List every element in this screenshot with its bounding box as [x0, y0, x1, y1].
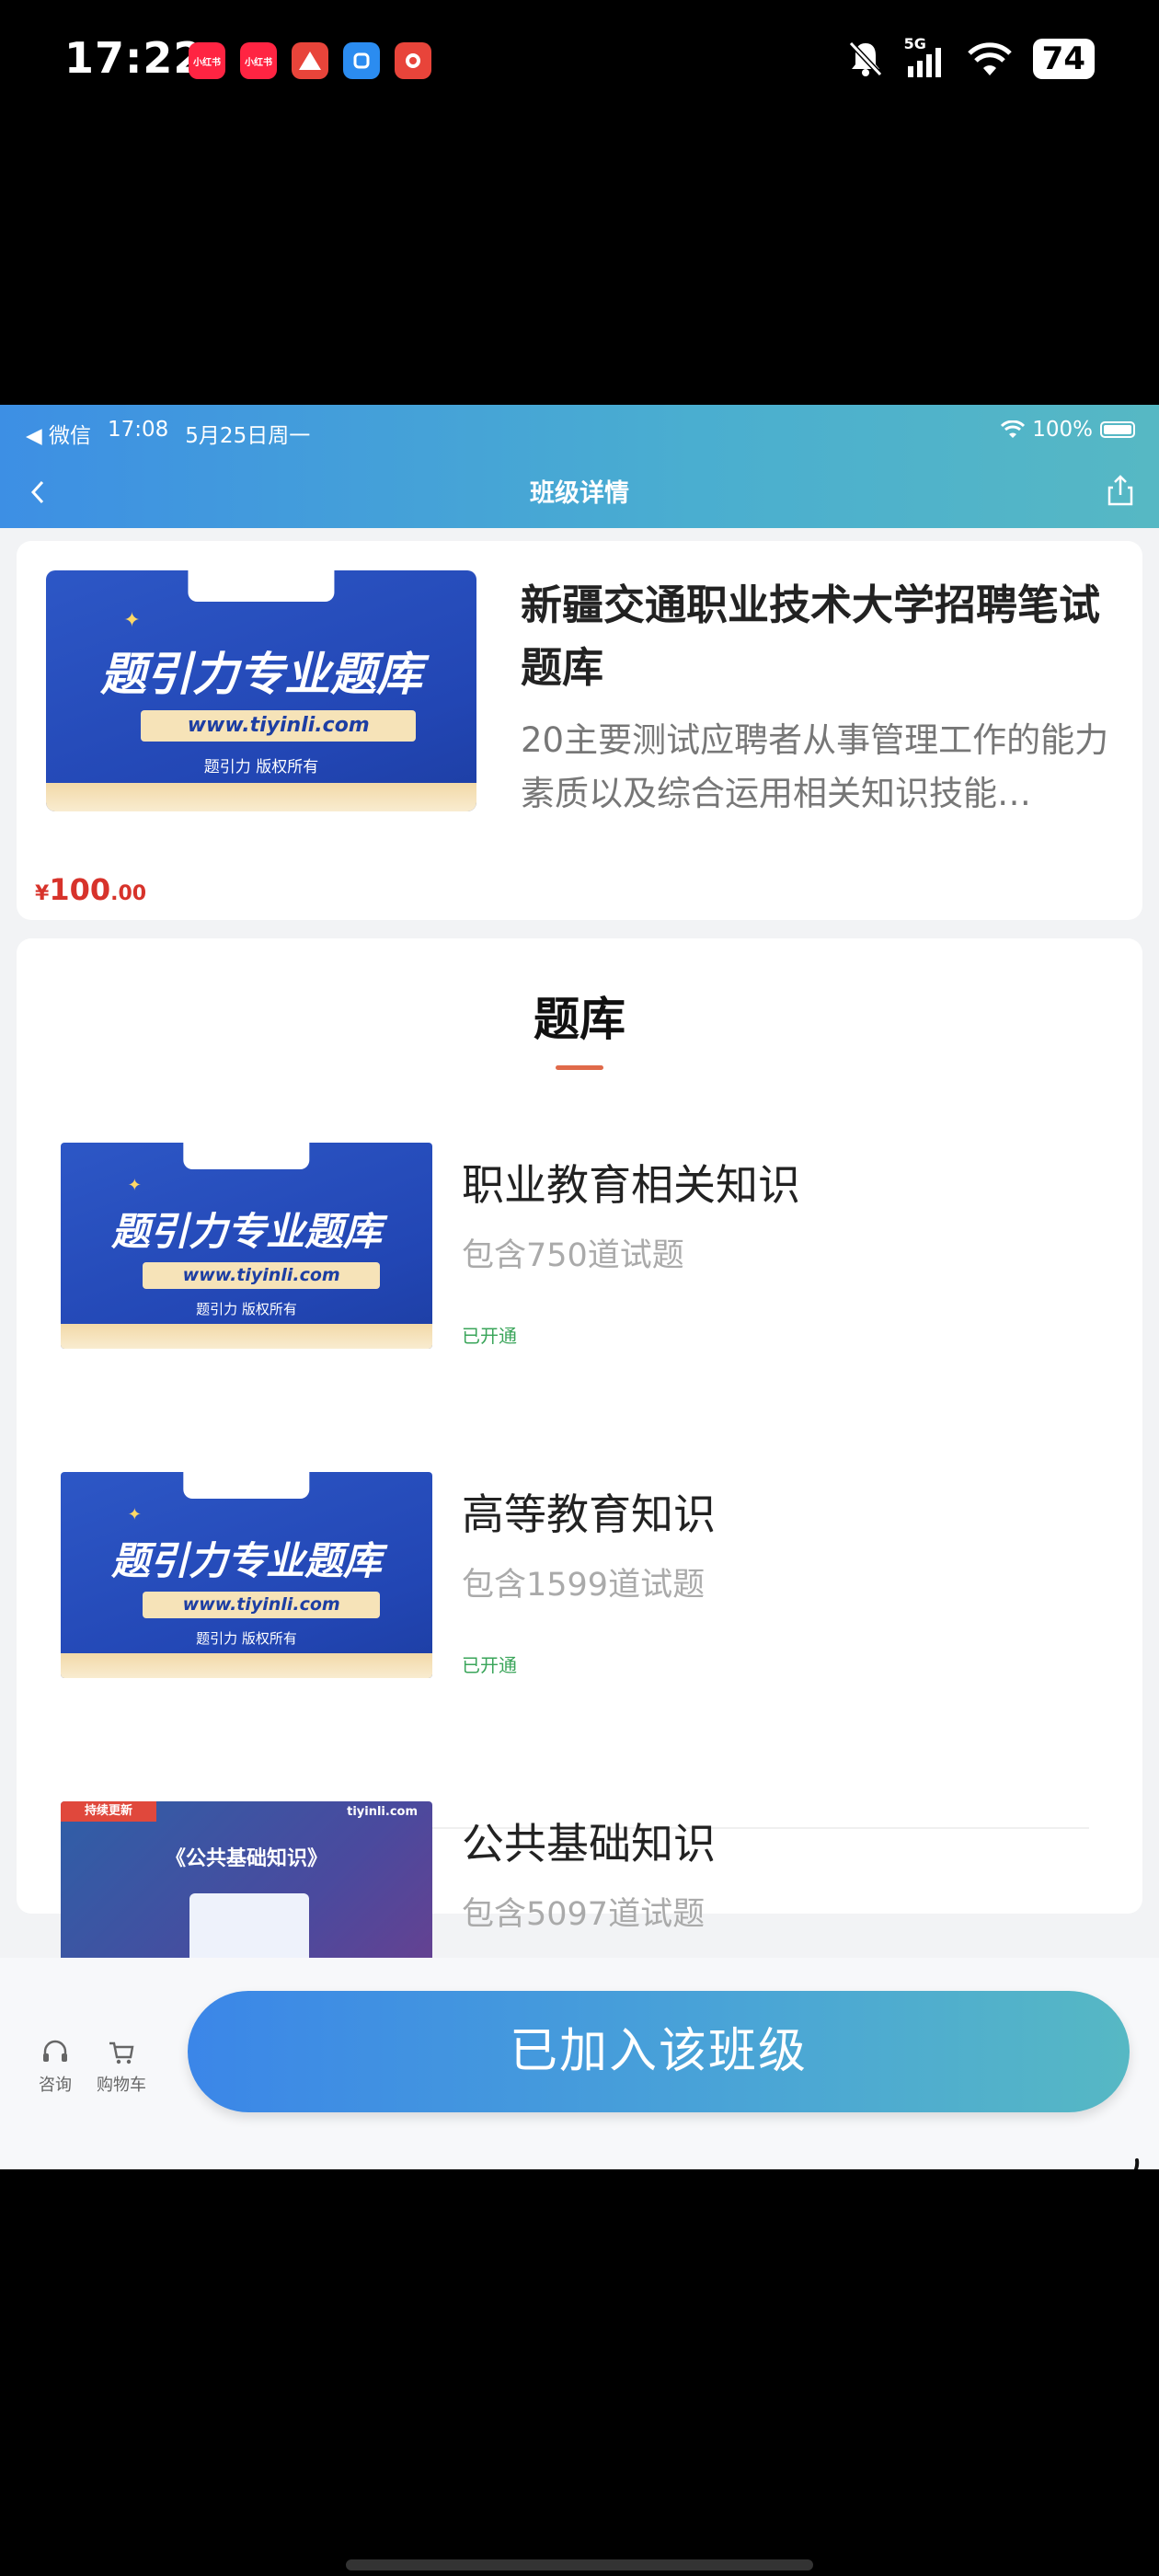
- item-status: 已开通: [462, 1654, 517, 1676]
- price-decimal: .00: [110, 882, 147, 905]
- list-item[interactable]: ✦ 题引力专业题库 www.tiyinli.com 题引力 版权所有 高等教育知…: [17, 1472, 1142, 1693]
- course-description: 20主要测试应聘者从事管理工作的能力素质以及综合运用相关知识技能…: [521, 720, 1109, 813]
- section-underline: [556, 1065, 603, 1070]
- list-item[interactable]: ✦ 题引力专业题库 www.tiyinli.com 题引力 版权所有 职业教育相…: [17, 1143, 1142, 1363]
- banner-title: 《公共基础知识》: [165, 1847, 327, 1870]
- item-name: 职业教育相关知识: [462, 1160, 800, 1210]
- star-icon: ✦: [123, 608, 141, 632]
- banner-foot: [61, 1324, 432, 1349]
- xiaohongshu-icon: 小红书: [189, 42, 225, 79]
- price-symbol: ¥: [35, 882, 50, 905]
- wifi-icon: [1001, 420, 1026, 438]
- cart-icon: [109, 2041, 134, 2064]
- app-blue-icon: [343, 42, 380, 79]
- home-indicator[interactable]: [346, 2559, 813, 2570]
- consult-button[interactable]: 咨询: [18, 2039, 92, 2096]
- price-integer: 100: [49, 872, 111, 907]
- banner-url: www.tiyinli.com: [142, 1261, 381, 1290]
- update-ribbon: 持续更新: [61, 1801, 156, 1822]
- wifi-icon: [967, 42, 1012, 75]
- banner-logo: tiyinli.com: [347, 1805, 418, 1819]
- banner-rights: 题引力 版权所有: [203, 758, 319, 777]
- battery-icon: [1100, 421, 1135, 438]
- item-count: 包含1599道试题: [462, 1567, 706, 1604]
- headset-icon: [43, 2040, 67, 2062]
- cart-button[interactable]: 购物车: [85, 2039, 158, 2096]
- loading-spinner-icon: [1133, 2158, 1140, 2169]
- xiaohongshu-icon: 小红书: [240, 42, 277, 79]
- cart-label: 购物车: [97, 2076, 146, 2095]
- signal-icon: 5G: [904, 35, 947, 79]
- banner-foot: [46, 782, 476, 811]
- ios-battery-percent: 100%: [1032, 418, 1093, 442]
- page-title: 班级详情: [530, 479, 629, 508]
- header-bar: ◀ 微信 17:08 5月25日周一 100% 班级详情: [0, 405, 1159, 528]
- course-price: ¥100.00: [35, 872, 146, 907]
- back-to-wechat-link[interactable]: ◀ 微信: [26, 418, 91, 449]
- item-cover-image: ✦ 题引力专业题库 www.tiyinli.com 题引力 版权所有: [61, 1472, 432, 1678]
- share-icon[interactable]: [1102, 469, 1139, 512]
- item-count: 包含750道试题: [462, 1237, 684, 1274]
- joined-class-button[interactable]: 已加入该班级: [188, 1991, 1130, 2112]
- ios-time: 17:08: [108, 418, 169, 442]
- banner-tab: [188, 570, 335, 603]
- banner-foot: [61, 1653, 432, 1678]
- banner-url: www.tiyinli.com: [140, 709, 417, 742]
- item-name: 公共基础知识: [462, 1819, 716, 1869]
- banner-rights: 题引力 版权所有: [196, 1630, 297, 1648]
- ios-date: 5月25日周一: [185, 424, 311, 448]
- course-summary-card: ✦ 题引力专业题库 www.tiyinli.com 题引力 版权所有 新疆交通职…: [17, 541, 1142, 920]
- mute-bell-icon: [848, 40, 882, 77]
- bottom-action-bar: 咨询 购物车 已加入该班级: [0, 1958, 1159, 2169]
- course-cover-image: ✦ 题引力专业题库 www.tiyinli.com 题引力 版权所有: [46, 570, 476, 811]
- banner-title: 题引力专业题库: [100, 648, 422, 702]
- battery-indicator: 74: [1032, 39, 1095, 79]
- item-status: 已开通: [462, 1325, 517, 1347]
- ios-status-right: 100%: [1001, 418, 1135, 442]
- section-title: 题库: [534, 993, 625, 1046]
- app-flower-icon: [395, 42, 431, 79]
- app-triangle-icon: [292, 42, 328, 79]
- phone-status-right: 5G 74: [847, 35, 1095, 79]
- banner-tab: [183, 1472, 310, 1500]
- course-title: 新疆交通职业技术大学招聘笔试题库: [521, 581, 1101, 692]
- app-screenshot: ◀ 微信 17:08 5月25日周一 100% 班级详情 ✦ 题引力专业题库 w…: [0, 405, 1159, 2169]
- phone-status-bar: 17:22 小红书 小红书 5G 74: [0, 0, 1159, 129]
- item-name: 高等教育知识: [462, 1489, 716, 1539]
- ios-status-left: ◀ 微信 17:08 5月25日周一: [26, 418, 310, 449]
- notification-app-icons: 小红书 小红书: [189, 42, 431, 79]
- item-cover-image: ✦ 题引力专业题库 www.tiyinli.com 题引力 版权所有: [61, 1143, 432, 1349]
- banner-url: www.tiyinli.com: [142, 1591, 381, 1619]
- item-count: 包含5097道试题: [462, 1896, 706, 1933]
- banner-title: 题引力专业题库: [110, 1208, 382, 1254]
- star-icon: ✦: [127, 1175, 142, 1195]
- phone-time: 17:22: [64, 33, 204, 83]
- consult-label: 咨询: [39, 2076, 72, 2095]
- question-bank-card: 题库 ✦ 题引力专业题库 www.tiyinli.com 题引力 版权所有 职业…: [17, 938, 1142, 2007]
- banner-title: 题引力专业题库: [110, 1537, 382, 1583]
- banner-tab: [183, 1143, 310, 1170]
- star-icon: ✦: [127, 1504, 142, 1524]
- banner-rights: 题引力 版权所有: [196, 1301, 297, 1318]
